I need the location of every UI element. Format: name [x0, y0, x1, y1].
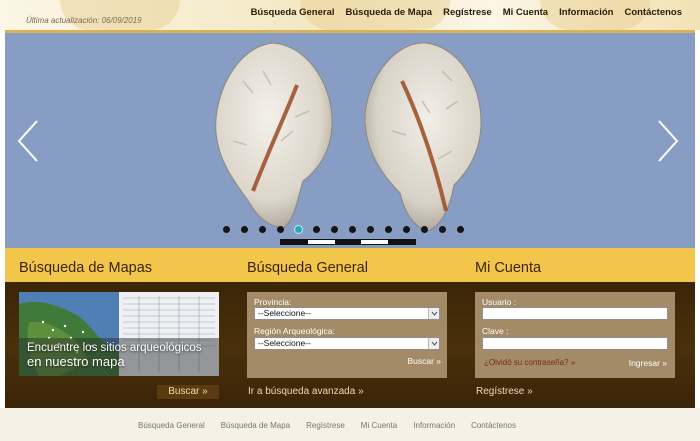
slider-dot[interactable]: [403, 226, 410, 233]
chevron-right-icon[interactable]: [655, 119, 681, 163]
footer-link-busqueda-general[interactable]: Búsqueda General: [138, 421, 205, 430]
footer-link-registrese[interactable]: Regístrese: [306, 421, 345, 430]
slider-dot[interactable]: [385, 226, 392, 233]
header-decoration: [60, 0, 180, 30]
nav-registrese[interactable]: Regístrese: [443, 7, 492, 18]
provincia-select[interactable]: --Seleccione--: [254, 307, 440, 320]
footer-link-contactenos[interactable]: Contáctenos: [471, 421, 516, 430]
region-label: Región Arqueológica:: [254, 326, 335, 336]
chevron-left-icon[interactable]: [15, 119, 41, 163]
footer-link-busqueda-mapa[interactable]: Búsqueda de Mapa: [221, 421, 290, 430]
footer: Búsqueda General Búsqueda de Mapa Regíst…: [0, 408, 700, 441]
chevron-down-icon: [428, 308, 439, 319]
slider-dot[interactable]: [277, 226, 284, 233]
slider-dot[interactable]: [331, 226, 338, 233]
slider-dot[interactable]: [367, 226, 374, 233]
chevron-down-icon: [428, 338, 439, 349]
slider-dot[interactable]: [349, 226, 356, 233]
nav-busqueda-general[interactable]: Búsqueda General: [251, 7, 335, 18]
advanced-search-link[interactable]: Ir a búsqueda avanzada »: [248, 386, 364, 397]
login-form: Usuario : Clave : ¿Olvidó su contraseña?…: [475, 292, 675, 378]
stone-artifact-image: [364, 42, 482, 232]
footer-link-informacion[interactable]: Información: [413, 421, 455, 430]
password-label: Clave :: [482, 326, 509, 336]
username-input[interactable]: [482, 307, 668, 320]
account-title: Mi Cuenta: [475, 260, 542, 276]
slider-dot[interactable]: [421, 226, 428, 233]
password-input[interactable]: [482, 337, 668, 350]
top-nav: Búsqueda General Búsqueda de Mapa Regíst…: [251, 7, 682, 18]
map-preview[interactable]: Encuentre los sitios arqueológicos en nu…: [19, 292, 219, 376]
map-search-title: Búsqueda de Mapas: [19, 260, 153, 276]
provincia-label: Provincia:: [254, 297, 292, 307]
hero-slider: [5, 30, 695, 248]
slider-dot[interactable]: [295, 226, 302, 233]
slider-dot[interactable]: [457, 226, 464, 233]
map-caption: Encuentre los sitios arqueológicos en nu…: [27, 342, 202, 369]
top-bar: Última actualización: 06/09/2019 Búsqued…: [0, 0, 700, 30]
slider-dots: [223, 226, 464, 233]
slider-dot[interactable]: [259, 226, 266, 233]
slider-dot[interactable]: [439, 226, 446, 233]
sections-area: Búsqueda de Mapas Búsqueda General Mi Cu…: [5, 248, 695, 408]
scale-bar: [280, 239, 416, 245]
nav-contactenos[interactable]: Contáctenos: [624, 7, 682, 18]
footer-nav: Búsqueda General Búsqueda de Mapa Regíst…: [138, 421, 516, 430]
slider-dot[interactable]: [313, 226, 320, 233]
nav-busqueda-mapa[interactable]: Búsqueda de Mapa: [346, 7, 433, 18]
general-search-button[interactable]: Buscar »: [407, 356, 441, 366]
register-link[interactable]: Regístrese »: [476, 386, 533, 397]
footer-link-mi-cuenta[interactable]: Mi Cuenta: [361, 421, 397, 430]
map-search-button[interactable]: Buscar »: [157, 385, 219, 399]
forgot-password-link[interactable]: ¿Olvidó su contraseña? »: [484, 358, 575, 367]
general-search-form: Provincia: --Seleccione-- Región Arqueol…: [247, 292, 447, 378]
last-updated-text: Última actualización: 06/09/2019: [26, 16, 142, 25]
general-search-title: Búsqueda General: [247, 260, 368, 276]
username-label: Usuario :: [482, 297, 517, 307]
region-select[interactable]: --Seleccione--: [254, 337, 440, 350]
slider-dot[interactable]: [241, 226, 248, 233]
slider-dot[interactable]: [223, 226, 230, 233]
nav-informacion[interactable]: Información: [559, 7, 613, 18]
nav-mi-cuenta[interactable]: Mi Cuenta: [503, 7, 548, 18]
stone-artifact-image: [215, 42, 333, 228]
login-button[interactable]: Ingresar »: [629, 358, 667, 368]
